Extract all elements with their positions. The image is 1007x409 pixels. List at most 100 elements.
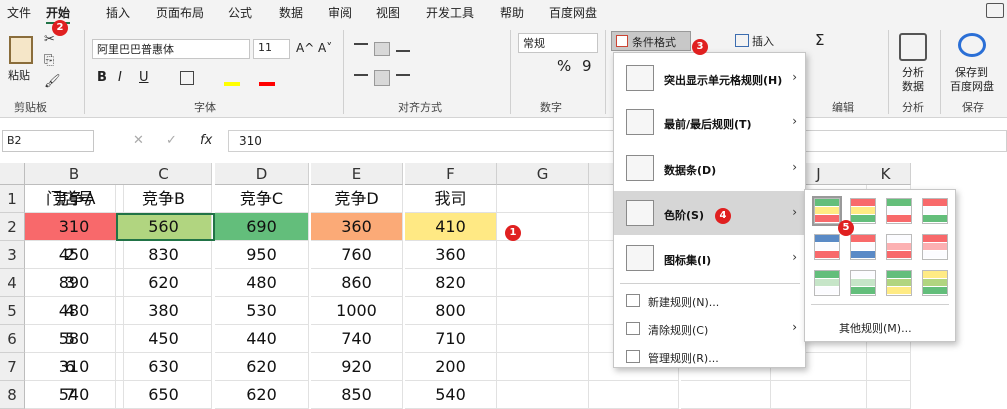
fx-icon[interactable]: fx bbox=[200, 133, 212, 148]
sheet-cell[interactable]: 360 bbox=[311, 213, 403, 241]
percent-button[interactable]: % bbox=[557, 57, 571, 75]
sheet-cell[interactable]: 310 bbox=[25, 213, 124, 241]
horizontal-align-icons[interactable] bbox=[354, 70, 464, 86]
tab-page-layout[interactable]: 页面布局 bbox=[156, 4, 204, 21]
menu-item-clear-rules[interactable]: 清除规则(C) › bbox=[614, 315, 805, 343]
font-size-select[interactable]: 11 bbox=[253, 39, 290, 59]
menu-item-highlight-rules[interactable]: 突出显示单元格规则(H) › bbox=[614, 57, 805, 99]
sheet-cell[interactable]: 480 bbox=[25, 297, 124, 325]
tab-insert[interactable]: 插入 bbox=[106, 4, 130, 21]
menu-item-manage-rules[interactable]: 管理规则(R)... bbox=[614, 343, 805, 371]
sheet-cell[interactable]: 540 bbox=[25, 381, 124, 409]
sheet-cell[interactable]: 920 bbox=[311, 353, 403, 381]
more-rules-item[interactable]: 其他规则(M)... bbox=[839, 320, 912, 336]
font-color-icon[interactable] bbox=[259, 82, 275, 86]
row-header[interactable]: 1 bbox=[0, 185, 25, 213]
column-header[interactable]: K bbox=[861, 163, 911, 185]
italic-button[interactable]: I bbox=[118, 70, 122, 85]
font-name-select[interactable]: 阿里巴巴普惠体 bbox=[92, 39, 250, 59]
baidu-netdisk-icon[interactable] bbox=[958, 33, 986, 57]
color-scale-option[interactable] bbox=[850, 234, 876, 260]
menu-item-icon-sets[interactable]: 图标集(I) › bbox=[614, 237, 805, 279]
sheet-cell[interactable] bbox=[497, 325, 589, 353]
fill-color-icon[interactable] bbox=[224, 82, 240, 86]
sheet-cell[interactable]: 830 bbox=[116, 241, 212, 269]
cancel-icon[interactable]: ✕ bbox=[133, 133, 144, 148]
underline-button[interactable]: U bbox=[139, 70, 149, 85]
sheet-cell[interactable] bbox=[497, 381, 589, 409]
sheet-cell[interactable]: 竞争A bbox=[25, 185, 124, 213]
color-scale-option[interactable] bbox=[922, 270, 948, 296]
row-header[interactable]: 8 bbox=[0, 381, 25, 409]
sheet-cell[interactable]: 310 bbox=[25, 353, 124, 381]
format-painter-icon[interactable]: 🖌 bbox=[44, 74, 61, 89]
tab-data[interactable]: 数据 bbox=[279, 4, 303, 21]
copy-icon[interactable]: ⎘ bbox=[44, 53, 54, 68]
sheet-cell[interactable]: 380 bbox=[116, 297, 212, 325]
sheet-cell[interactable]: 450 bbox=[25, 241, 124, 269]
sheet-cell[interactable] bbox=[497, 241, 589, 269]
sheet-cell[interactable]: 580 bbox=[25, 325, 124, 353]
sheet-cell[interactable]: 690 bbox=[215, 213, 309, 241]
sheet-cell[interactable]: 890 bbox=[25, 269, 124, 297]
color-scale-option[interactable] bbox=[886, 234, 912, 260]
tab-home[interactable]: 开始 bbox=[46, 4, 71, 24]
color-scale-option[interactable] bbox=[814, 270, 840, 296]
sheet-cell[interactable]: 竞争B bbox=[116, 185, 212, 213]
tab-help[interactable]: 帮助 bbox=[500, 4, 524, 21]
sheet-cell[interactable]: 530 bbox=[215, 297, 309, 325]
column-header[interactable]: B bbox=[25, 163, 124, 185]
sheet-cell[interactable] bbox=[861, 353, 911, 381]
select-all-corner[interactable] bbox=[0, 163, 25, 185]
autosum-icon[interactable]: Σ bbox=[815, 31, 824, 49]
color-scale-option[interactable] bbox=[814, 234, 840, 260]
conditional-format-button[interactable]: 条件格式 bbox=[611, 31, 691, 51]
tab-file[interactable]: 文件 bbox=[7, 4, 31, 21]
sheet-cell[interactable] bbox=[497, 353, 589, 381]
sheet-cell[interactable]: 410 bbox=[405, 213, 497, 241]
sheet-cell[interactable]: 740 bbox=[311, 325, 403, 353]
row-header[interactable]: 5 bbox=[0, 297, 25, 325]
column-header[interactable]: D bbox=[215, 163, 309, 185]
save-to-label-2[interactable]: 百度网盘 bbox=[950, 78, 994, 94]
color-scale-option[interactable] bbox=[886, 198, 912, 224]
sheet-cell[interactable]: 450 bbox=[116, 325, 212, 353]
row-header[interactable]: 4 bbox=[0, 269, 25, 297]
color-scale-option[interactable] bbox=[886, 270, 912, 296]
sheet-cell[interactable]: 800 bbox=[405, 297, 497, 325]
sheet-cell[interactable] bbox=[497, 297, 589, 325]
sheet-cell[interactable]: 650 bbox=[116, 381, 212, 409]
cut-icon[interactable]: ✂ bbox=[44, 32, 55, 47]
column-header[interactable]: F bbox=[405, 163, 497, 185]
sheet-cell[interactable]: 360 bbox=[405, 241, 497, 269]
sheet-cell[interactable]: 1000 bbox=[311, 297, 403, 325]
color-scale-option[interactable] bbox=[922, 234, 948, 260]
sheet-cell[interactable]: 850 bbox=[311, 381, 403, 409]
analyze-label-2[interactable]: 数据 bbox=[902, 78, 924, 94]
font-shrink-button[interactable]: A˅ bbox=[318, 41, 332, 55]
sheet-cell[interactable]: 760 bbox=[311, 241, 403, 269]
comment-icon[interactable] bbox=[986, 3, 1004, 18]
sheet-cell[interactable]: 620 bbox=[116, 269, 212, 297]
sheet-cell[interactable]: 540 bbox=[405, 381, 497, 409]
font-grow-button[interactable]: A^ bbox=[296, 41, 314, 55]
number-format-select[interactable]: 常规 bbox=[518, 33, 598, 53]
sheet-cell[interactable]: 630 bbox=[116, 353, 212, 381]
tab-developer[interactable]: 开发工具 bbox=[426, 4, 474, 21]
sheet-cell[interactable] bbox=[861, 381, 911, 409]
sheet-cell[interactable]: 950 bbox=[215, 241, 309, 269]
sheet-cell[interactable]: 820 bbox=[405, 269, 497, 297]
menu-item-new-rule[interactable]: 新建规则(N)... bbox=[614, 287, 805, 315]
name-box[interactable]: B2 bbox=[2, 130, 94, 152]
sheet-cell[interactable] bbox=[681, 381, 771, 409]
border-icon[interactable] bbox=[180, 71, 194, 85]
sheet-cell[interactable] bbox=[497, 185, 589, 213]
sheet-cell[interactable]: 440 bbox=[215, 325, 309, 353]
sheet-cell[interactable] bbox=[589, 381, 679, 409]
analyze-data-icon[interactable] bbox=[899, 33, 927, 61]
bold-button[interactable]: B bbox=[97, 70, 107, 85]
paste-label[interactable]: 粘贴 bbox=[8, 67, 30, 83]
column-header[interactable]: E bbox=[311, 163, 403, 185]
tab-view[interactable]: 视图 bbox=[376, 4, 400, 21]
row-header[interactable]: 7 bbox=[0, 353, 25, 381]
